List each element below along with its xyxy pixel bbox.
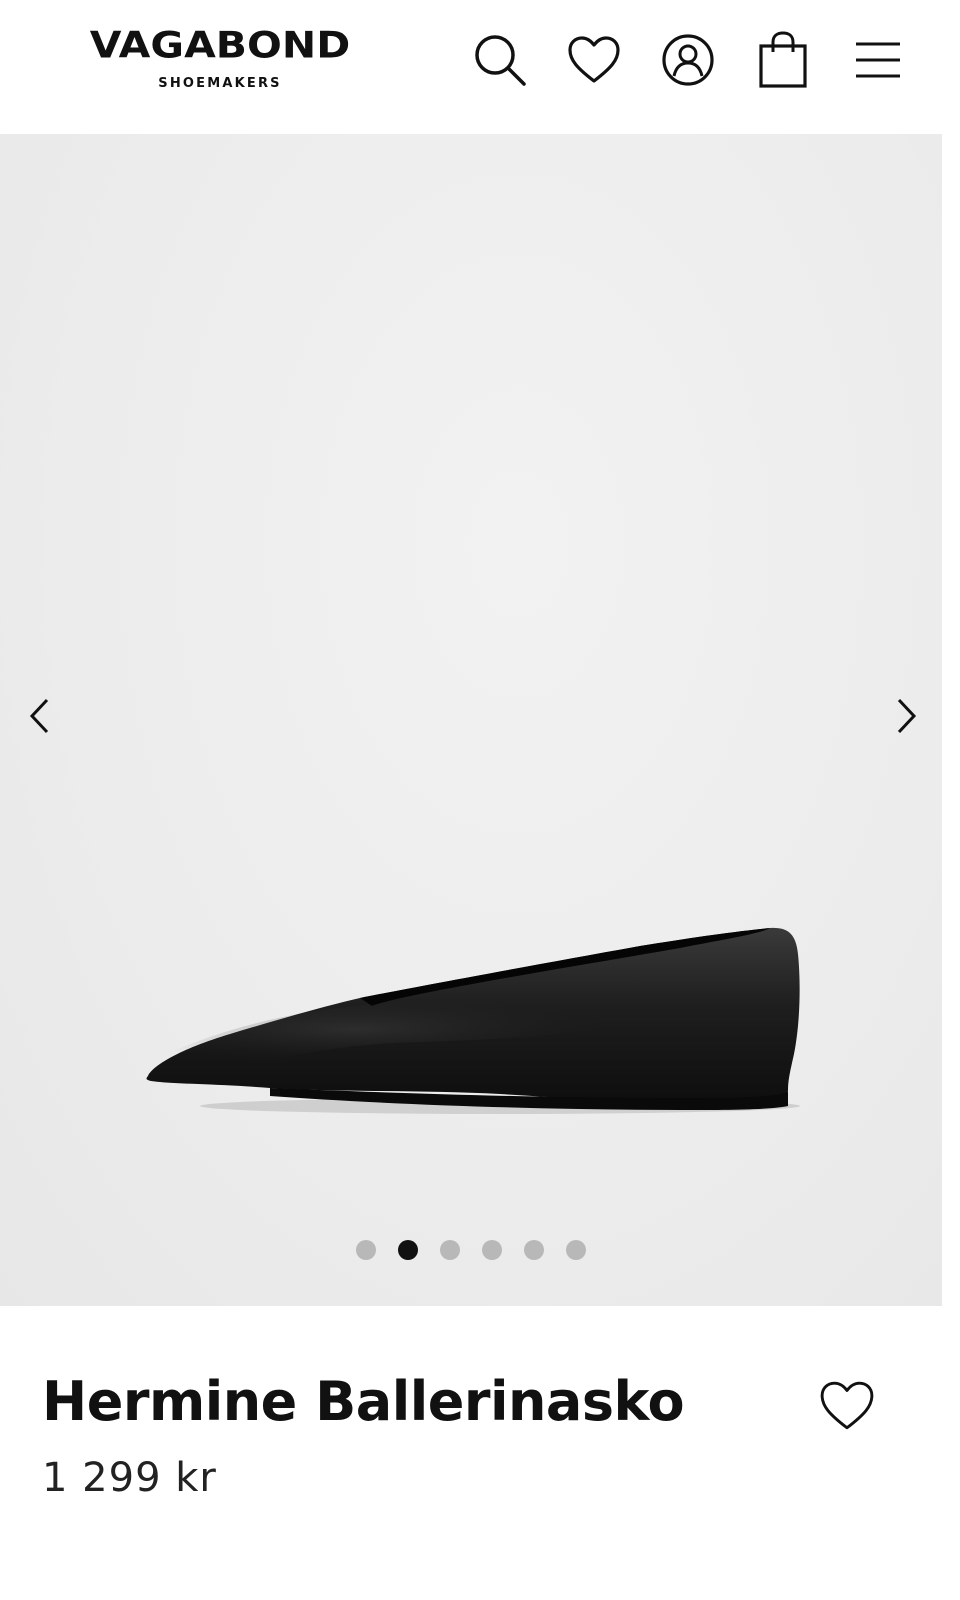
gallery-dot-active[interactable] <box>398 1240 418 1260</box>
menu-icon <box>856 42 900 78</box>
menu-button[interactable] <box>848 30 908 90</box>
wishlist-button[interactable] <box>564 30 624 90</box>
product-price: 1 299 kr <box>42 1455 217 1501</box>
gallery-dot[interactable] <box>524 1240 544 1260</box>
site-header: VAGABOND SHOEMAKERS <box>0 0 960 134</box>
gallery-pagination <box>0 1240 942 1264</box>
gallery-dot[interactable] <box>566 1240 586 1260</box>
brand-logo[interactable]: VAGABOND SHOEMAKERS <box>40 26 400 98</box>
search-icon <box>475 35 526 86</box>
gallery-next-button[interactable] <box>882 686 932 746</box>
brand-tagline: SHOEMAKERS <box>158 76 282 91</box>
product-title: Hermine Ballerinasko <box>42 1370 685 1433</box>
gallery-dot[interactable] <box>356 1240 376 1260</box>
heart-outline-icon <box>820 1381 874 1430</box>
brand-name: VAGABOND <box>89 24 351 67</box>
chevron-right-icon <box>897 698 917 734</box>
gallery-prev-button[interactable] <box>14 686 64 746</box>
search-button[interactable] <box>470 30 530 90</box>
shopping-bag-icon <box>759 31 807 88</box>
heart-icon <box>568 36 620 83</box>
gallery-dot[interactable] <box>440 1240 460 1260</box>
account-button[interactable] <box>658 30 718 90</box>
product-page: VAGABOND SHOEMAKERS Hermine Ballerinasko… <box>0 0 960 1600</box>
add-to-wishlist-button[interactable] <box>814 1376 880 1436</box>
cart-button[interactable] <box>753 30 813 90</box>
page-edge <box>942 134 960 1306</box>
gallery-dot[interactable] <box>482 1240 502 1260</box>
product-image-gallery[interactable] <box>0 134 942 1306</box>
product-image-ballerina-shoe <box>146 927 800 1114</box>
product-info: Hermine Ballerinasko 1 299 kr <box>0 1306 960 1600</box>
chevron-left-icon <box>29 698 49 734</box>
account-icon <box>662 34 714 86</box>
